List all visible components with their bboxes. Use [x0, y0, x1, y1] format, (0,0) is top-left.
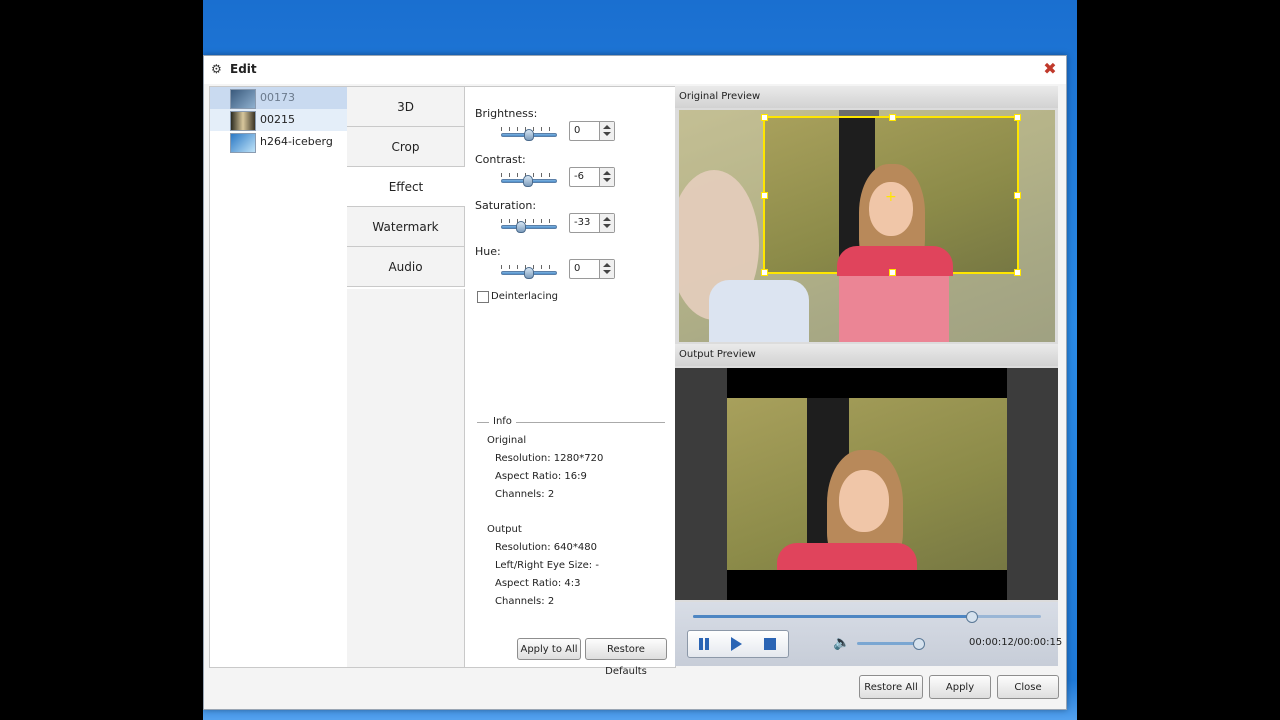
spin-up-icon[interactable]	[603, 263, 611, 267]
video-thumbnail	[230, 133, 256, 153]
apply-to-all-button[interactable]: Apply to All	[517, 638, 581, 660]
seek-bar[interactable]	[693, 611, 1041, 623]
slider-thumb[interactable]	[516, 221, 527, 233]
volume-slider[interactable]	[857, 638, 926, 650]
seek-handle[interactable]	[966, 611, 979, 623]
brightness-slider[interactable]	[501, 127, 557, 141]
saturation-value: -33	[574, 217, 591, 228]
hue-spinner[interactable]: 0	[569, 259, 615, 279]
crosshair-icon: +	[885, 189, 897, 205]
file-item[interactable]: h264-iceberg	[210, 131, 348, 153]
spin-down-icon[interactable]	[603, 270, 611, 274]
file-list: 00173 00215 h264-iceberg	[209, 86, 349, 668]
preview-pane: Original Preview + Output Preview 🔈 00:0…	[675, 86, 1062, 666]
spin-up-icon[interactable]	[603, 171, 611, 175]
close-button[interactable]: Close	[997, 675, 1059, 699]
file-name: 00173	[260, 91, 295, 104]
original-preview-header: Original Preview	[675, 86, 1058, 108]
hue-label: Hue:	[475, 245, 501, 258]
contrast-slider[interactable]	[501, 173, 557, 187]
spin-down-icon[interactable]	[603, 132, 611, 136]
file-item[interactable]: 00173	[210, 87, 348, 109]
video-thumbnail	[230, 89, 256, 109]
original-heading: Original	[487, 435, 527, 446]
contrast-spinner[interactable]: -6	[569, 167, 615, 187]
output-preview-header: Output Preview	[675, 344, 1058, 366]
restore-defaults-button[interactable]: Restore Defaults	[585, 638, 667, 677]
brightness-value: 0	[574, 125, 581, 136]
pause-icon[interactable]	[694, 635, 714, 653]
output-eye-size: Left/Right Eye Size: -	[495, 560, 599, 571]
original-resolution: Resolution: 1280*720	[495, 453, 604, 464]
hue-value: 0	[574, 263, 581, 274]
title-bar: ⚙ Edit ✖	[204, 56, 1066, 84]
output-heading: Output	[487, 524, 522, 535]
gear-icon: ⚙	[211, 62, 222, 76]
brightness-label: Brightness:	[475, 107, 538, 120]
output-resolution: Resolution: 640*480	[495, 542, 597, 553]
original-preview: +	[679, 110, 1055, 342]
tab-strip-filler	[347, 289, 465, 667]
saturation-slider[interactable]	[501, 219, 557, 233]
transport-buttons	[687, 630, 789, 658]
crop-selection-box[interactable]: +	[761, 114, 1021, 276]
tab-effect[interactable]: Effect	[347, 167, 465, 207]
original-aspect: Aspect Ratio: 16:9	[495, 471, 587, 482]
tab-3d[interactable]: 3D	[347, 87, 465, 127]
tab-watermark[interactable]: Watermark	[347, 207, 465, 247]
slider-thumb[interactable]	[524, 129, 534, 141]
file-item[interactable]: 00215	[210, 109, 348, 131]
spin-down-icon[interactable]	[603, 178, 611, 182]
play-icon[interactable]	[726, 635, 746, 653]
slider-thumb[interactable]	[522, 175, 533, 187]
contrast-label: Contrast:	[475, 153, 526, 166]
time-display: 00:00:12/00:00:15	[969, 637, 1063, 648]
info-title: Info	[489, 416, 516, 427]
deinterlacing-checkbox[interactable]	[477, 291, 489, 303]
hue-slider[interactable]	[501, 265, 557, 279]
output-channels: Channels: 2	[495, 596, 555, 607]
brightness-spinner[interactable]: 0	[569, 121, 615, 141]
close-icon[interactable]: ✖	[1040, 59, 1060, 79]
file-name: 00215	[260, 113, 295, 126]
stop-icon[interactable]	[760, 635, 780, 653]
file-name: h264-iceberg	[260, 135, 333, 148]
spin-up-icon[interactable]	[603, 125, 611, 129]
spin-up-icon[interactable]	[603, 217, 611, 221]
saturation-spinner[interactable]: -33	[569, 213, 615, 233]
output-aspect: Aspect Ratio: 4:3	[495, 578, 581, 589]
playback-controls: 🔈 00:00:12/00:00:15	[675, 602, 1062, 666]
apply-button[interactable]: Apply	[929, 675, 991, 699]
tab-crop[interactable]: Crop	[347, 127, 465, 167]
spin-down-icon[interactable]	[603, 224, 611, 228]
restore-all-button[interactable]: Restore All	[859, 675, 923, 699]
volume-handle[interactable]	[913, 638, 926, 650]
video-thumbnail	[230, 111, 256, 131]
effect-panel: Brightness: 0 Contrast: -6 Saturation: -…	[465, 86, 676, 677]
contrast-value: -6	[574, 171, 584, 182]
edit-dialog: ⚙ Edit ✖ 00173 00215 h264-iceberg 3D Cro…	[203, 55, 1067, 710]
window-title: Edit	[230, 62, 257, 76]
tab-audio[interactable]: Audio	[347, 247, 465, 287]
original-channels: Channels: 2	[495, 489, 555, 500]
saturation-label: Saturation:	[475, 199, 537, 212]
deinterlacing-label: Deinterlacing	[491, 291, 559, 302]
slider-thumb[interactable]	[524, 267, 534, 279]
output-preview	[675, 368, 1058, 600]
tab-strip: 3D Crop Effect Watermark Audio	[347, 86, 465, 668]
speaker-icon[interactable]: 🔈	[833, 634, 850, 652]
